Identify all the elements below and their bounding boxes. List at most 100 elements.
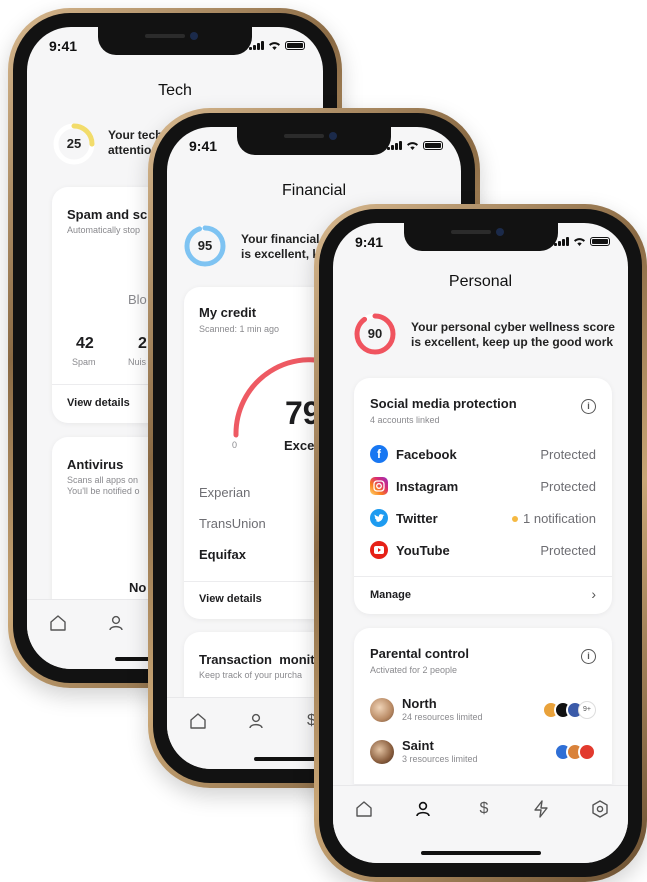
gauge-min-label: 0 xyxy=(232,440,238,450)
social-account-status: Protected xyxy=(540,478,596,494)
personal-score-text: Your personal cyber wellness score is ex… xyxy=(411,320,615,350)
status-time: 9:41 xyxy=(49,38,78,54)
social-account-status: Protected xyxy=(540,446,596,462)
personal-phone: 9:41 Personal 90 Your personal cyber wel… xyxy=(314,204,647,882)
battery-icon xyxy=(590,237,610,246)
person-name: North xyxy=(402,696,437,711)
person-icon[interactable] xyxy=(107,614,127,634)
parental-card-subtitle: Activated for 2 people xyxy=(370,665,458,675)
social-card-subtitle: 4 accounts linked xyxy=(370,415,440,425)
spam-card-subtitle: Automatically stop xyxy=(67,225,141,235)
social-account-name: Instagram xyxy=(396,478,459,494)
bureau-experian: Experian xyxy=(199,485,251,500)
settings-icon[interactable] xyxy=(591,800,611,820)
social-row-youtube[interactable]: YouTube Protected xyxy=(370,540,596,560)
financial-score-text: Your financial is excellent, ke xyxy=(241,232,326,262)
social-account-status: Protected xyxy=(540,542,596,558)
info-icon[interactable]: i xyxy=(581,399,596,414)
app-avatars xyxy=(554,743,596,761)
notification-text: 1 notification xyxy=(523,510,596,526)
more-count-badge: 9+ xyxy=(578,701,596,719)
parental-card-title: Parental control xyxy=(370,646,469,661)
battery-icon xyxy=(285,41,305,50)
notch xyxy=(237,127,391,155)
credit-rating: Exce xyxy=(284,438,315,453)
spam-view-details-link[interactable]: View details xyxy=(67,397,130,409)
manage-link[interactable]: Manage xyxy=(370,589,411,601)
social-account-name: YouTube xyxy=(396,542,450,558)
social-media-card[interactable]: Social media protection 4 accounts linke… xyxy=(354,378,612,614)
person-icon[interactable] xyxy=(247,712,267,732)
youtube-icon xyxy=(370,541,388,559)
status-icons xyxy=(249,41,305,50)
status-icons xyxy=(554,237,610,246)
facebook-icon: f xyxy=(370,445,388,463)
social-row-facebook[interactable]: f Facebook Protected xyxy=(370,444,596,464)
transaction-title: Transaction monit xyxy=(199,652,315,667)
avatar xyxy=(370,740,394,764)
home-icon[interactable] xyxy=(189,712,209,732)
antivirus-title: Antivirus xyxy=(67,457,124,472)
page-title: Tech xyxy=(158,82,192,99)
notch xyxy=(98,27,252,55)
personal-bottom-nav: $ xyxy=(333,785,628,863)
social-row-instagram[interactable]: Instagram Protected xyxy=(370,476,596,496)
antivirus-status: No xyxy=(129,580,147,595)
wifi-icon xyxy=(406,141,419,150)
wifi-icon xyxy=(573,237,586,246)
person-row-saint[interactable]: Saint 3 resources limited xyxy=(370,738,596,768)
dollar-icon[interactable]: $ xyxy=(474,800,494,820)
home-icon[interactable] xyxy=(49,614,69,634)
twitter-icon xyxy=(370,509,388,527)
spam-count: 42 xyxy=(76,335,94,352)
page-title: Personal xyxy=(448,273,513,290)
app-avatars: 9+ xyxy=(542,701,596,719)
personal-screen: 9:41 Personal 90 Your personal cyber wel… xyxy=(333,223,628,863)
status-time: 9:41 xyxy=(189,138,218,154)
bureau-equifax: Equifax xyxy=(199,547,246,562)
social-account-name: Facebook xyxy=(396,446,457,462)
credit-card-subtitle: Scanned: 1 min ago xyxy=(199,324,280,334)
personal-score-ring: 90 xyxy=(353,312,397,356)
avatar xyxy=(370,698,394,722)
person-detail: 3 resources limited xyxy=(402,754,478,764)
info-icon[interactable]: i xyxy=(581,649,596,664)
antivirus-line1: Scans all apps on xyxy=(67,475,139,485)
signal-icon xyxy=(249,41,264,50)
nuisance-count: 2 xyxy=(138,335,147,352)
spam-card-title: Spam and sc xyxy=(67,207,148,222)
social-row-twitter[interactable]: Twitter 1 notification xyxy=(370,508,596,528)
social-account-status: 1 notification xyxy=(512,511,596,526)
transaction-subtitle: Keep track of your purcha xyxy=(199,670,303,680)
antivirus-line2: You'll be notified o xyxy=(67,486,140,496)
instagram-icon xyxy=(370,477,388,495)
social-account-name: Twitter xyxy=(396,510,438,526)
chevron-right-icon[interactable]: › xyxy=(591,586,596,602)
home-icon[interactable] xyxy=(355,800,375,820)
phone-bezel: 9:41 Personal 90 Your personal cyber wel… xyxy=(319,209,642,877)
person-detail: 24 resources limited xyxy=(402,712,483,722)
divider xyxy=(354,576,612,577)
person-row-north[interactable]: North 24 resources limited 9+ xyxy=(370,696,596,726)
tech-score-ring: 25 xyxy=(52,122,96,166)
personal-score-line1: Your personal cyber wellness score xyxy=(411,320,615,334)
financial-score-ring: 95 xyxy=(183,224,227,268)
bureau-transunion: TransUnion xyxy=(199,516,266,531)
page-title: Financial xyxy=(281,182,347,199)
financial-score-value: 95 xyxy=(197,238,213,253)
credit-card-title: My credit xyxy=(199,305,257,320)
wifi-icon xyxy=(268,41,281,50)
app-avatar-icon xyxy=(578,743,596,761)
home-indicator xyxy=(420,851,541,855)
status-time: 9:41 xyxy=(355,234,384,250)
financial-score-line1: Your financial xyxy=(241,232,320,246)
notification-dot xyxy=(512,516,518,523)
battery-icon xyxy=(423,141,443,150)
credit-view-details-link[interactable]: View details xyxy=(199,593,262,605)
personal-score-value: 90 xyxy=(367,326,383,341)
person-icon[interactable] xyxy=(414,800,434,820)
parental-control-card[interactable]: Parental control Activated for 2 people … xyxy=(354,628,612,798)
personal-score-line2: is excellent, keep up the good work xyxy=(411,335,614,349)
spam-count-label: Spam xyxy=(72,357,96,367)
lightning-icon[interactable] xyxy=(532,800,552,820)
